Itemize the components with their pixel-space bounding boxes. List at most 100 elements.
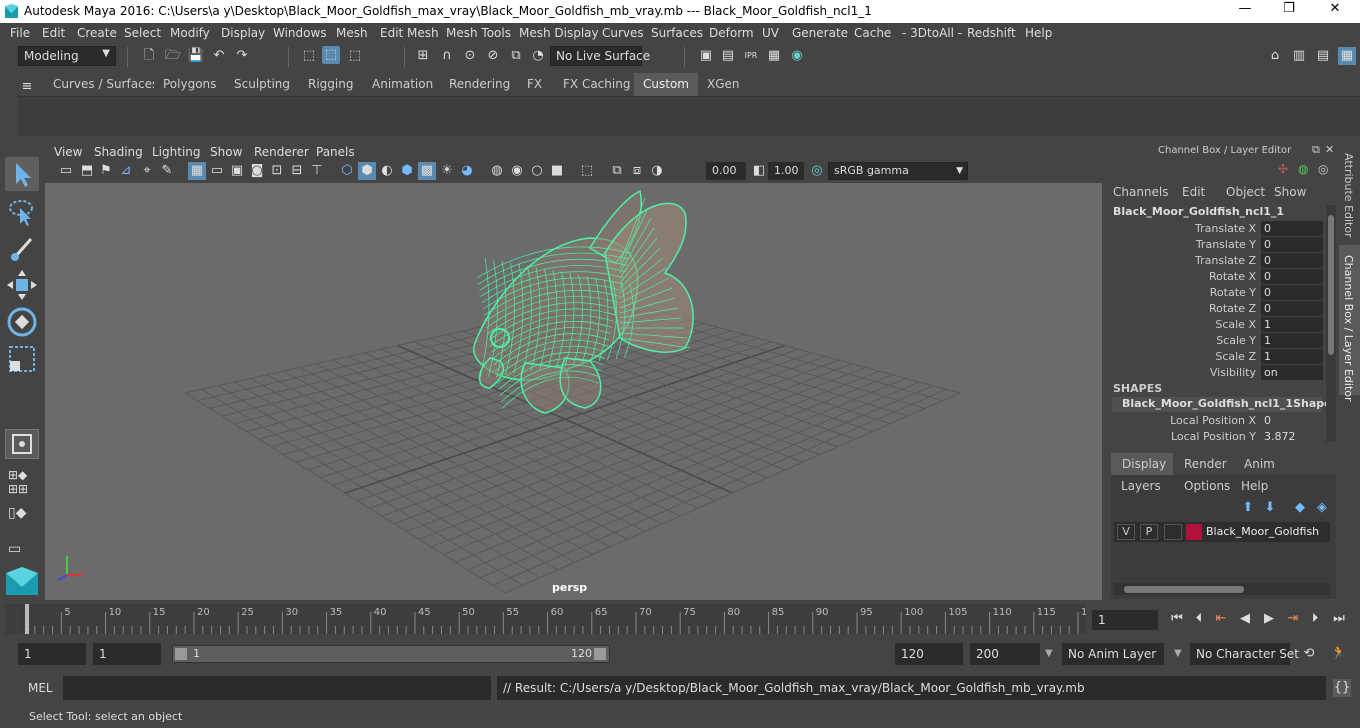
menu-curves[interactable]: Curves bbox=[602, 26, 644, 40]
layer-name[interactable]: Black_Moor_Goldfish bbox=[1206, 525, 1319, 538]
safe-action-icon[interactable]: ⊟ bbox=[288, 162, 306, 180]
menu-uv[interactable]: UV bbox=[762, 26, 779, 40]
tab-custom[interactable]: Custom bbox=[634, 73, 698, 96]
chevron-down-icon[interactable]: ▼ bbox=[1045, 648, 1053, 659]
viewport-menu-lighting[interactable]: Lighting bbox=[152, 145, 201, 159]
close-panel-icon[interactable]: ✕ bbox=[1325, 143, 1334, 156]
live-surface-field[interactable]: No Live Surface bbox=[550, 46, 650, 66]
menu-windows[interactable]: Windows bbox=[273, 26, 327, 40]
channel-value[interactable]: 0 bbox=[1261, 285, 1323, 300]
field-chart-icon[interactable]: ⊡ bbox=[268, 162, 286, 180]
move-tool-icon[interactable] bbox=[5, 268, 39, 302]
character-set-dropdown[interactable]: No Character Set bbox=[1190, 643, 1299, 665]
color-space-dropdown[interactable]: sRGB gamma ▼ bbox=[828, 162, 968, 180]
channel-local-position-x[interactable]: Local Position X 0 bbox=[1106, 413, 1338, 429]
resolution-gate-icon[interactable]: ▣ bbox=[228, 162, 246, 180]
move-layer-up-icon[interactable]: ⬆ bbox=[1239, 499, 1257, 517]
layer-playback-toggle[interactable]: P bbox=[1140, 524, 1158, 540]
shape-name[interactable]: Black_Moor_Goldfish_ncl1_1Shape bbox=[1112, 397, 1332, 412]
menu-generate[interactable]: Generate bbox=[792, 26, 848, 40]
layer-tab-anim[interactable]: Anim bbox=[1236, 453, 1283, 475]
range-slider[interactable]: 1 120 bbox=[172, 645, 610, 663]
image-plane-icon[interactable]: ⊿ bbox=[117, 162, 135, 180]
show-modeling-toolkit-icon[interactable]: ▥ bbox=[1290, 47, 1308, 65]
wireframe-on-shaded-icon[interactable]: ◐ bbox=[378, 162, 396, 180]
snap-curve-icon[interactable]: ∩ bbox=[438, 47, 456, 65]
range-slider-start-handle[interactable] bbox=[175, 648, 187, 660]
float-panel-icon[interactable]: ⧉ bbox=[1312, 143, 1320, 157]
chevron-down-icon[interactable]: ▼ bbox=[1174, 648, 1182, 659]
film-gate-icon[interactable]: ▭ bbox=[208, 162, 226, 180]
color-management-icon[interactable]: ◎ bbox=[808, 162, 826, 180]
save-scene-icon[interactable]: 💾 bbox=[187, 47, 205, 65]
camera-select-icon[interactable]: ▭ bbox=[57, 162, 75, 180]
channel-value[interactable]: 0 bbox=[1261, 413, 1323, 428]
menu-mesh[interactable]: Mesh bbox=[336, 26, 368, 40]
camera-attributes-icon[interactable]: ⬒ bbox=[78, 162, 96, 180]
tab-rigging[interactable]: Rigging bbox=[299, 73, 363, 96]
hypershade-icon[interactable]: ◉ bbox=[788, 47, 806, 65]
ambient-occlusion-icon[interactable]: ■ bbox=[548, 162, 566, 180]
channel-value[interactable]: 0 bbox=[1261, 221, 1323, 236]
render-view-icon[interactable]: ▣ bbox=[697, 47, 715, 65]
script-editor-icon[interactable]: {} bbox=[1333, 679, 1351, 697]
command-input[interactable] bbox=[63, 676, 491, 700]
channel-rotate-z[interactable]: Rotate Z 0 bbox=[1106, 301, 1338, 317]
use-default-material-icon[interactable]: ▩ bbox=[418, 162, 436, 180]
channel-value[interactable]: 0 bbox=[1261, 237, 1323, 252]
shelf-menu-icon[interactable]: ≡ bbox=[18, 78, 36, 96]
step-forward-key-icon[interactable]: ⇥ bbox=[1284, 610, 1302, 628]
xray-icon[interactable]: ◍ bbox=[488, 162, 506, 180]
menu-modify[interactable]: Modify bbox=[170, 26, 210, 40]
viewport-menu-view[interactable]: View bbox=[54, 145, 82, 159]
frame-selected-icon[interactable]: ⧈ bbox=[628, 162, 646, 180]
show-channel-box-icon[interactable]: ▦ bbox=[1338, 47, 1356, 65]
channel-value[interactable]: 1 bbox=[1261, 333, 1323, 348]
channel-translate-x[interactable]: Translate X 0 bbox=[1106, 221, 1338, 237]
playback-end-field[interactable]: 120 bbox=[895, 643, 963, 665]
menu-deform[interactable]: Deform bbox=[709, 26, 754, 40]
make-live-icon[interactable]: ◔ bbox=[529, 47, 547, 65]
rotate-tool-icon[interactable] bbox=[5, 305, 39, 339]
tab-fx-caching[interactable]: FX Caching bbox=[554, 73, 640, 96]
select-component-icon[interactable]: ⬚ bbox=[346, 47, 364, 65]
auto-key-icon[interactable]: ⟲ bbox=[1300, 645, 1318, 663]
channel-box-settings-icon[interactable]: ◎ bbox=[1318, 162, 1334, 178]
menu-surfaces[interactable]: Surfaces bbox=[651, 26, 703, 40]
new-layer-icon[interactable]: ◆ bbox=[1291, 499, 1309, 517]
channel-value[interactable]: 0 bbox=[1261, 269, 1323, 284]
textured-icon[interactable]: ⬢ bbox=[398, 162, 416, 180]
viewport-menu-show[interactable]: Show bbox=[210, 145, 242, 159]
snap-grid-icon[interactable]: ⊞ bbox=[414, 47, 432, 65]
workspace-icon[interactable]: ⌂ bbox=[1266, 47, 1284, 65]
play-forward-icon[interactable]: ▶ bbox=[1260, 610, 1278, 628]
channel-rotate-y[interactable]: Rotate Y 0 bbox=[1106, 285, 1338, 301]
channel-translate-z[interactable]: Translate Z 0 bbox=[1106, 253, 1338, 269]
open-scene-icon[interactable]: 🗁 bbox=[164, 47, 182, 65]
step-forward-frame-icon[interactable]: ⏵ bbox=[1306, 610, 1324, 628]
channel-scale-z[interactable]: Scale Z 1 bbox=[1106, 349, 1338, 365]
menu-file[interactable]: File bbox=[10, 26, 30, 40]
gamma-icon[interactable]: ◧ bbox=[750, 162, 768, 180]
xray-joints-icon[interactable]: ◉ bbox=[508, 162, 526, 180]
ipr-render-icon[interactable]: IPR bbox=[742, 47, 760, 65]
current-time-indicator[interactable] bbox=[25, 604, 29, 634]
select-hierarchy-icon[interactable]: ⬚ bbox=[300, 47, 318, 65]
channel-box-display-icon[interactable]: ◍ bbox=[1298, 162, 1314, 178]
exposure-icon[interactable]: ◑ bbox=[648, 162, 666, 180]
paint-select-tool-icon[interactable] bbox=[5, 231, 39, 265]
menu-create[interactable]: Create bbox=[77, 26, 117, 40]
start-time-field[interactable]: 1 bbox=[18, 643, 86, 665]
undo-icon[interactable]: ↶ bbox=[210, 47, 228, 65]
channel-box-side-tab[interactable]: Channel Box / Layer Editor bbox=[1339, 245, 1360, 402]
perspective-viewport[interactable]: persp bbox=[45, 183, 1102, 600]
tab-fx[interactable]: FX bbox=[518, 73, 552, 96]
lasso-tool-icon[interactable] bbox=[5, 195, 39, 229]
viewport-menu-shading[interactable]: Shading bbox=[94, 145, 143, 159]
channel-value[interactable]: 3.872 bbox=[1261, 429, 1323, 444]
scrollbar-thumb[interactable] bbox=[1328, 215, 1334, 355]
wireframe-icon[interactable]: ⬡ bbox=[338, 162, 356, 180]
show-attribute-editor-icon[interactable]: ▤ bbox=[1314, 47, 1332, 65]
layer-menu-options[interactable]: Options bbox=[1184, 479, 1230, 493]
layout-single-pane-icon[interactable] bbox=[5, 429, 39, 459]
